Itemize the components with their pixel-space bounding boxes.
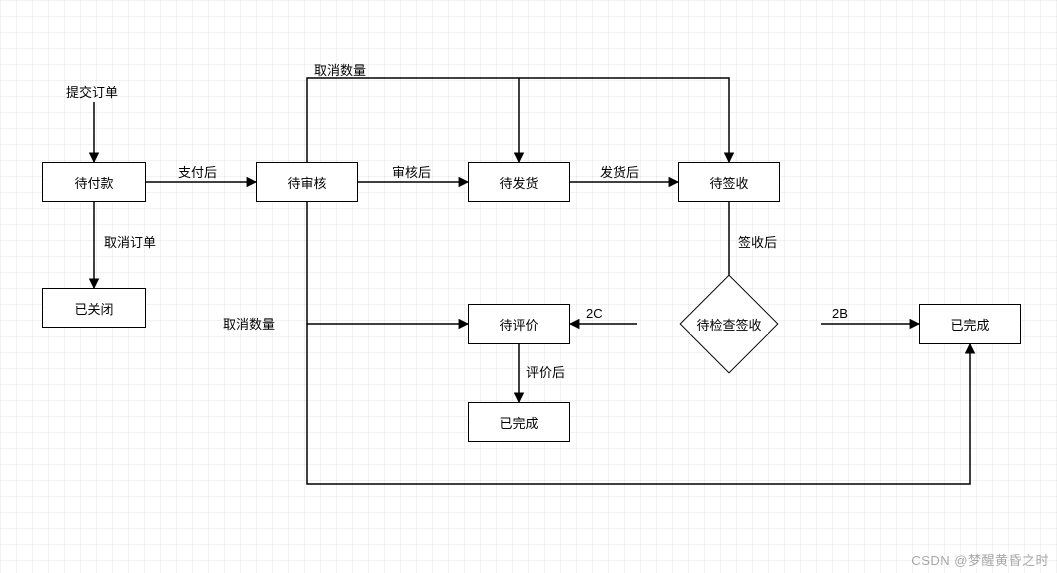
node-completed-small-text: 已完成 xyxy=(499,413,538,432)
edge-after-ship: 发货后 xyxy=(600,162,639,181)
node-pending-ship: 待发货 xyxy=(468,162,570,202)
node-check-receipt-text: 待检查签收 xyxy=(690,315,767,334)
node-completed-big: 已完成 xyxy=(919,304,1021,344)
edge-after-review: 审核后 xyxy=(392,162,431,181)
node-pending-evaluate: 待评价 xyxy=(468,304,570,344)
edge-cancel-qty-left: 取消数量 xyxy=(223,314,275,333)
node-pending-payment: 待付款 xyxy=(42,162,146,202)
edge-cancel-order: 取消订单 xyxy=(104,232,156,251)
node-pending-evaluate-text: 待评价 xyxy=(499,315,538,334)
node-pending-review-text: 待审核 xyxy=(287,173,326,192)
node-pending-payment-text: 待付款 xyxy=(74,173,113,192)
node-closed-text: 已关闭 xyxy=(74,299,113,318)
watermark: CSDN @梦醒黄昏之时 xyxy=(911,550,1049,569)
node-completed-big-text: 已完成 xyxy=(950,315,989,334)
edge-branch-2c: 2C xyxy=(586,306,603,321)
node-pending-ship-text: 待发货 xyxy=(499,173,538,192)
start-label: 提交订单 xyxy=(66,82,118,101)
node-check-receipt: 待检查签收 xyxy=(637,312,821,336)
flowchart-arrows xyxy=(0,0,1057,573)
node-closed: 已关闭 xyxy=(42,288,146,328)
node-pending-review: 待审核 xyxy=(256,162,358,202)
edge-after-evaluate: 评价后 xyxy=(526,362,565,381)
edge-after-receipt: 签收后 xyxy=(738,232,777,251)
edge-after-payment: 支付后 xyxy=(178,162,217,181)
node-pending-receipt-text: 待签收 xyxy=(709,173,748,192)
node-pending-receipt: 待签收 xyxy=(678,162,780,202)
edge-cancel-qty-top: 取消数量 xyxy=(314,60,366,79)
edge-branch-2b: 2B xyxy=(832,306,848,321)
node-completed-small: 已完成 xyxy=(468,402,570,442)
